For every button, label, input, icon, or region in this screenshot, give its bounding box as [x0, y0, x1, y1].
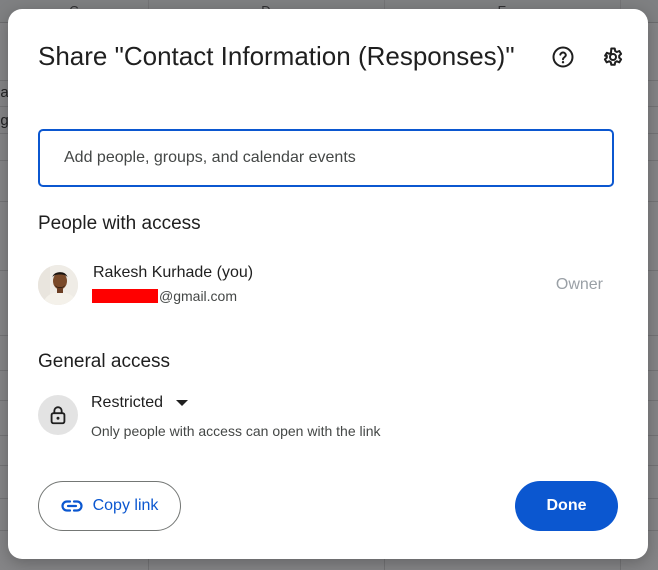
- copy-link-label: Copy link: [92, 497, 159, 514]
- lock-badge: [38, 395, 78, 435]
- help-circle-icon: [552, 46, 574, 68]
- caret-down-icon: [176, 400, 189, 406]
- link-icon: [61, 500, 83, 512]
- dialog-title: Share "Contact Information (Responses)": [38, 41, 515, 71]
- owner-role-label: Owner: [555, 276, 603, 293]
- person-email: @gmail.com: [92, 288, 237, 304]
- copy-link-button[interactable]: Copy link: [38, 481, 181, 531]
- people-with-access-heading: People with access: [38, 213, 201, 234]
- share-dialog: Share "Contact Information (Responses)" …: [8, 9, 648, 559]
- done-button[interactable]: Done: [515, 481, 618, 531]
- add-people-input[interactable]: [38, 129, 614, 187]
- general-access-dropdown[interactable]: Restricted: [86, 389, 197, 417]
- settings-button[interactable]: [595, 39, 631, 75]
- general-access-heading: General access: [38, 351, 171, 372]
- person-name: Rakesh Kurhade (you): [93, 264, 254, 281]
- person-email-suffix: @gmail.com: [159, 288, 238, 304]
- gear-icon: [603, 47, 623, 66]
- help-button[interactable]: [545, 39, 581, 75]
- avatar: [38, 265, 78, 305]
- lock-icon: [50, 406, 66, 425]
- general-access-description: Only people with access can open with th…: [91, 423, 381, 439]
- redaction-mark: [92, 289, 158, 303]
- general-access-value: Restricted: [91, 394, 164, 411]
